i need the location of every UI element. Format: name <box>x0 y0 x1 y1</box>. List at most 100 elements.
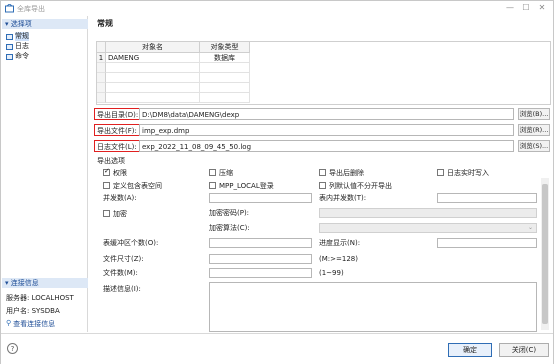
parallel-label: 并发数(A): <box>103 194 137 202</box>
options-title: 导出选项 <box>97 157 125 165</box>
browse-dir-button[interactable]: 浏览(B)... <box>518 108 550 120</box>
table-buffer-input[interactable] <box>209 238 312 248</box>
object-table: 对象名 对象类型 1 DAMENG 数据库 <box>96 41 551 105</box>
sidebar-item-command[interactable]: 命令 <box>6 52 29 61</box>
minimize-icon[interactable]: — <box>503 2 517 14</box>
encrypt-algo-select[interactable]: ⌄ <box>319 223 537 233</box>
file-size-input[interactable] <box>209 254 312 264</box>
checkbox-box <box>209 169 216 176</box>
description-label: 描述信息(I): <box>103 285 141 293</box>
checkbox-label: 权限 <box>113 168 127 177</box>
row-number <box>97 93 106 103</box>
log-file-input[interactable]: exp_2022_11_08_09_45_50.log <box>139 140 514 152</box>
checkbox-label: 导出后删除 <box>329 168 364 177</box>
sidebar-item-label: 常规 <box>15 32 29 41</box>
options-scrollbar[interactable] <box>541 178 549 330</box>
column-header-name: 对象名 <box>106 42 200 53</box>
file-size-label: 文件尺寸(Z): <box>103 255 144 263</box>
table-cell-name[interactable]: DAMENG <box>106 53 200 63</box>
scrollbar-thumb[interactable] <box>542 184 548 324</box>
table-cell-empty <box>200 83 250 93</box>
row-number <box>97 83 106 93</box>
window-title: 全库导出 <box>17 5 45 13</box>
checkbox-label: 压缩 <box>219 168 233 177</box>
browse-file-button[interactable]: 浏览(R)... <box>518 124 550 136</box>
parallel-input[interactable] <box>209 193 312 203</box>
title-bar: 全库导出 — ☐ ✕ <box>1 1 553 16</box>
export-file-label: 导出文件(F): <box>94 124 140 136</box>
page-title: 常规 <box>97 19 113 28</box>
connection-icon: ⚲ <box>6 319 12 327</box>
progress-label: 进度显示(N): <box>319 239 361 247</box>
page-icon <box>6 43 13 50</box>
encrypt-password-input[interactable] <box>319 208 537 218</box>
user-info: 用户名: SYSDBA <box>6 307 60 315</box>
file-count-label: 文件数(M): <box>103 269 138 277</box>
encrypt-checkbox[interactable]: 加密 <box>103 209 127 218</box>
description-textarea[interactable] <box>209 282 537 332</box>
column-default-checkbox[interactable]: 列默认值不分开导出 <box>319 181 392 190</box>
checkbox-label: 定义包含表空间 <box>113 181 162 190</box>
ok-button[interactable]: 确定 <box>448 343 492 357</box>
checkbox-label: MPP_LOCAL登录 <box>219 181 274 190</box>
view-connection-link[interactable]: ⚲ 查看连接信息 <box>6 319 55 329</box>
maximize-icon[interactable]: ☐ <box>519 2 533 14</box>
checkbox-box <box>209 182 216 189</box>
table-corner <box>97 42 106 53</box>
options-section-title: 选择项 <box>10 20 32 28</box>
checkbox-box <box>103 167 110 176</box>
app-icon <box>5 4 14 13</box>
table-buffer-label: 表缓冲区个数(O): <box>103 239 159 247</box>
privilege-checkbox[interactable]: 权限 <box>103 167 127 177</box>
server-info: 服务器: LOCALHOST <box>6 294 74 302</box>
table-cell-empty <box>106 93 200 103</box>
export-dir-label: 导出目录(D): <box>94 108 142 120</box>
row-number <box>97 73 106 83</box>
progress-input[interactable] <box>437 238 537 248</box>
delete-after-export-checkbox[interactable]: 导出后删除 <box>319 168 364 177</box>
row-number: 1 <box>97 53 106 63</box>
table-cell-empty <box>106 63 200 73</box>
dialog-footer: ? 确定 关闭(C) <box>1 333 553 364</box>
page-icon <box>6 33 13 40</box>
row-number <box>97 63 106 73</box>
checkbox-box <box>319 182 326 189</box>
close-icon[interactable]: ✕ <box>535 2 549 14</box>
table-parallel-label: 表内并发数(T): <box>319 194 367 202</box>
mpp-local-checkbox[interactable]: MPP_LOCAL登录 <box>209 181 274 190</box>
table-cell-empty <box>200 63 250 73</box>
page-icon <box>6 53 13 60</box>
include-tablespace-checkbox[interactable]: 定义包含表空间 <box>103 181 162 190</box>
encrypt-algo-label: 加密算法(C): <box>209 224 250 232</box>
checkbox-label: 日志实时写入 <box>447 168 489 177</box>
help-icon[interactable]: ? <box>7 343 18 354</box>
file-count-input[interactable] <box>209 268 312 278</box>
sidebar-item-log[interactable]: 日志 <box>6 42 29 51</box>
view-connection-label: 查看连接信息 <box>13 320 56 328</box>
close-button[interactable]: 关闭(C) <box>499 343 549 357</box>
export-window: 全库导出 — ☐ ✕ ▾ 选择项 常规 日志 命令 ▾ 连接信息 服务器: LO… <box>0 0 554 364</box>
encrypt-password-label: 加密密码(P): <box>209 209 250 217</box>
chevron-down-icon: ⌄ <box>527 224 533 231</box>
table-cell-empty <box>106 73 200 83</box>
sidebar-item-general[interactable]: 常规 <box>6 32 29 41</box>
compress-checkbox[interactable]: 压缩 <box>209 168 233 177</box>
table-cell-empty <box>200 93 250 103</box>
column-header-type: 对象类型 <box>200 42 250 53</box>
log-file-label: 日志文件(L): <box>94 140 140 152</box>
connection-section-header[interactable]: ▾ 连接信息 <box>2 278 88 288</box>
table-cell-type[interactable]: 数据库 <box>200 53 250 63</box>
file-count-hint: (1~99) <box>319 269 344 277</box>
export-dir-input[interactable]: D:\DM8\data\DAMENG\dexp <box>139 108 514 120</box>
table-parallel-input[interactable] <box>437 193 537 203</box>
browse-log-button[interactable]: 浏览(S)... <box>518 140 550 152</box>
options-section-header[interactable]: ▾ 选择项 <box>2 19 88 29</box>
checkbox-box <box>103 182 110 189</box>
sidebar-item-label: 日志 <box>15 42 29 50</box>
log-realtime-checkbox[interactable]: 日志实时写入 <box>437 168 489 177</box>
table-cell-empty <box>200 73 250 83</box>
checkbox-box <box>319 169 326 176</box>
export-file-input[interactable]: imp_exp.dmp <box>139 124 514 136</box>
checkbox-box <box>437 169 444 176</box>
file-size-hint: (M:>=128) <box>319 255 358 263</box>
